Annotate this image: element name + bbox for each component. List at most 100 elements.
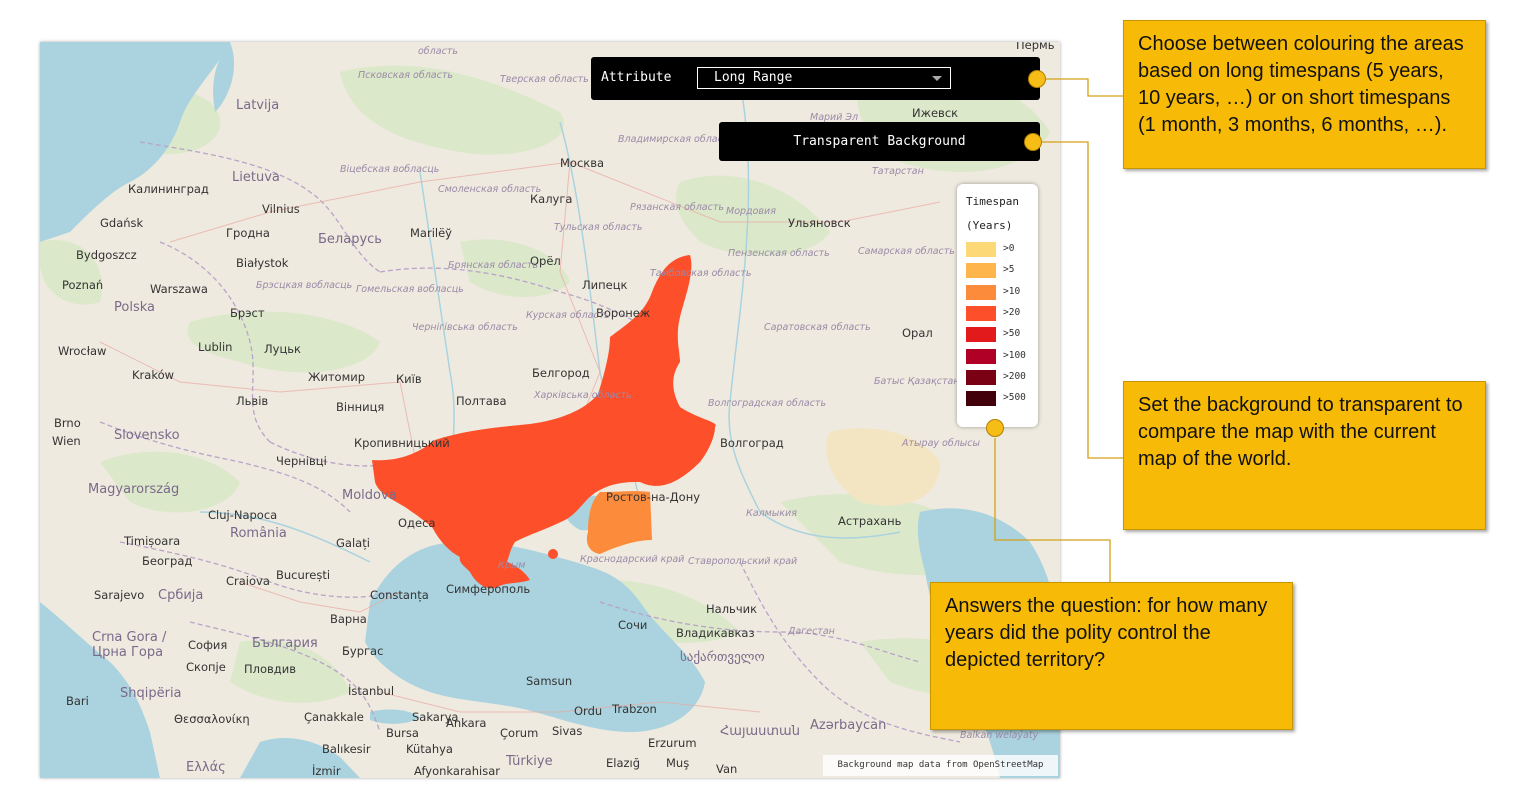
city-label: Van xyxy=(716,762,738,776)
region-label: Чернігівська область xyxy=(412,322,518,333)
city-label: İstanbul xyxy=(348,684,395,698)
city-label: Львів xyxy=(236,394,269,408)
country-label: Polska xyxy=(114,300,155,315)
city-label: İzmir xyxy=(312,764,341,778)
legend-item-label: >0 xyxy=(1003,243,1015,254)
city-label: Marilёў xyxy=(410,226,452,240)
city-label: Timișoara xyxy=(124,534,181,548)
country-label: Lietuva xyxy=(232,170,280,185)
legend-item-label: >20 xyxy=(1003,306,1021,318)
country-label: Հայաստան xyxy=(720,724,800,739)
transparent-background-button[interactable]: Transparent Background xyxy=(719,122,1040,161)
legend-title: Timespan xyxy=(966,195,1019,208)
attribute-hint-dot xyxy=(1028,70,1046,88)
region-label: Рязанская область xyxy=(630,202,724,213)
legend-swatch xyxy=(966,242,996,257)
legend-item-label: >200 xyxy=(1003,370,1026,382)
country-label: Slovensko xyxy=(114,428,180,443)
legend-swatch xyxy=(966,369,996,385)
city-label: Београд xyxy=(142,554,193,568)
city-label: Брэст xyxy=(230,306,265,320)
city-label: Warszawa xyxy=(150,282,208,296)
legend-swatch xyxy=(966,348,996,364)
attribute-label: Attribute xyxy=(601,70,672,85)
city-label: Muş xyxy=(666,756,690,770)
city-label: Trabzon xyxy=(612,702,657,716)
legend-hint-dot xyxy=(986,419,1004,437)
region-label: Balkan welaýaty xyxy=(960,730,1039,741)
region-label: Гомельская вобласць xyxy=(356,284,464,295)
city-label: Белгород xyxy=(532,366,590,380)
city-label: Białystok xyxy=(236,256,289,270)
city-label: Пермь xyxy=(1016,42,1055,52)
city-label: Ульяновск xyxy=(788,216,851,230)
region-label: Волгоградская область xyxy=(708,398,827,409)
city-label: Бургас xyxy=(342,644,384,658)
legend-item-label: >10 xyxy=(1003,285,1021,297)
city-label: Elazığ xyxy=(606,756,641,770)
legend-item-label: >50 xyxy=(1003,328,1021,340)
country-label: Moldova xyxy=(342,488,397,503)
country-label: Türkiye xyxy=(506,754,553,769)
city-label: Kütahya xyxy=(406,742,453,756)
legend-swatch xyxy=(966,284,996,300)
city-label: Vilnius xyxy=(262,202,300,216)
city-label: София xyxy=(188,638,228,652)
city-label: Bydgoszcz xyxy=(76,248,137,262)
country-label: România xyxy=(230,526,287,541)
region-label: область xyxy=(418,46,458,57)
region-label: Брянская область xyxy=(448,260,538,271)
city-label: Вінниця xyxy=(336,400,385,414)
city-label: Полтава xyxy=(456,394,507,408)
city-label: Луцьк xyxy=(264,342,302,356)
city-label: Ростов-на-Дону xyxy=(606,490,701,504)
country-label: Ελλάς xyxy=(186,760,226,775)
region-label: Смоленская область xyxy=(438,184,542,195)
city-label: Erzurum xyxy=(648,736,697,750)
city-label: Afyonkarahisar xyxy=(414,764,500,778)
city-label: Galați xyxy=(336,536,370,550)
legend-item-label: >500 xyxy=(1003,392,1026,404)
city-label: Poznań xyxy=(62,278,104,292)
region-label: Пензенская область xyxy=(728,248,830,259)
city-label: Житомир xyxy=(308,370,366,384)
city-label: Wrocław xyxy=(58,344,107,358)
city-label: București xyxy=(276,568,331,582)
city-label: Bari xyxy=(66,694,89,708)
region-label: Дагестан xyxy=(788,626,835,637)
city-label: Wien xyxy=(52,434,81,448)
legend-swatch xyxy=(966,391,996,407)
region-label: Тамбовская область xyxy=(650,268,752,279)
region-label: Харківська область xyxy=(534,390,632,401)
legend-swatch xyxy=(966,327,996,343)
city-label: Пловдив xyxy=(244,662,297,676)
city-label: Ижевск xyxy=(912,106,959,120)
legend-swatch xyxy=(966,305,996,321)
country-label: Србија xyxy=(158,588,204,603)
country-label: Crna Gora / Црна Гора xyxy=(92,630,167,660)
country-label: Latvija xyxy=(236,98,280,113)
attribute-select-value: Long Range xyxy=(714,70,793,85)
region-label: Псковская область xyxy=(358,70,453,81)
city-label: Samsun xyxy=(526,674,573,688)
city-label: Київ xyxy=(396,372,422,386)
city-label: Нальчик xyxy=(706,602,758,616)
country-label: Azərbaycan xyxy=(810,718,887,733)
region-label: Курская область xyxy=(526,310,610,321)
region-label: Владимирская область xyxy=(618,134,734,145)
city-label: Липецк xyxy=(582,278,628,292)
legend-note: Answers the question: for how many years… xyxy=(930,582,1293,730)
city-label: Çorum xyxy=(500,726,539,740)
city-label: Калининград xyxy=(128,182,209,196)
region-label: Крым xyxy=(498,560,526,571)
city-label: Москва xyxy=(560,156,605,170)
city-label: Balıkesir xyxy=(322,742,371,756)
attribute-select[interactable]: Long Range xyxy=(697,67,951,89)
country-label: Shqipëria xyxy=(120,686,182,701)
country-label: Magyarország xyxy=(88,482,180,497)
city-label: Cluj-Napoca xyxy=(208,508,278,522)
city-label: Sarajevo xyxy=(94,588,145,602)
chevron-down-icon xyxy=(932,76,942,81)
legend-subtitle: (Years) xyxy=(966,219,1013,232)
region-label: Татарстан xyxy=(872,166,924,177)
